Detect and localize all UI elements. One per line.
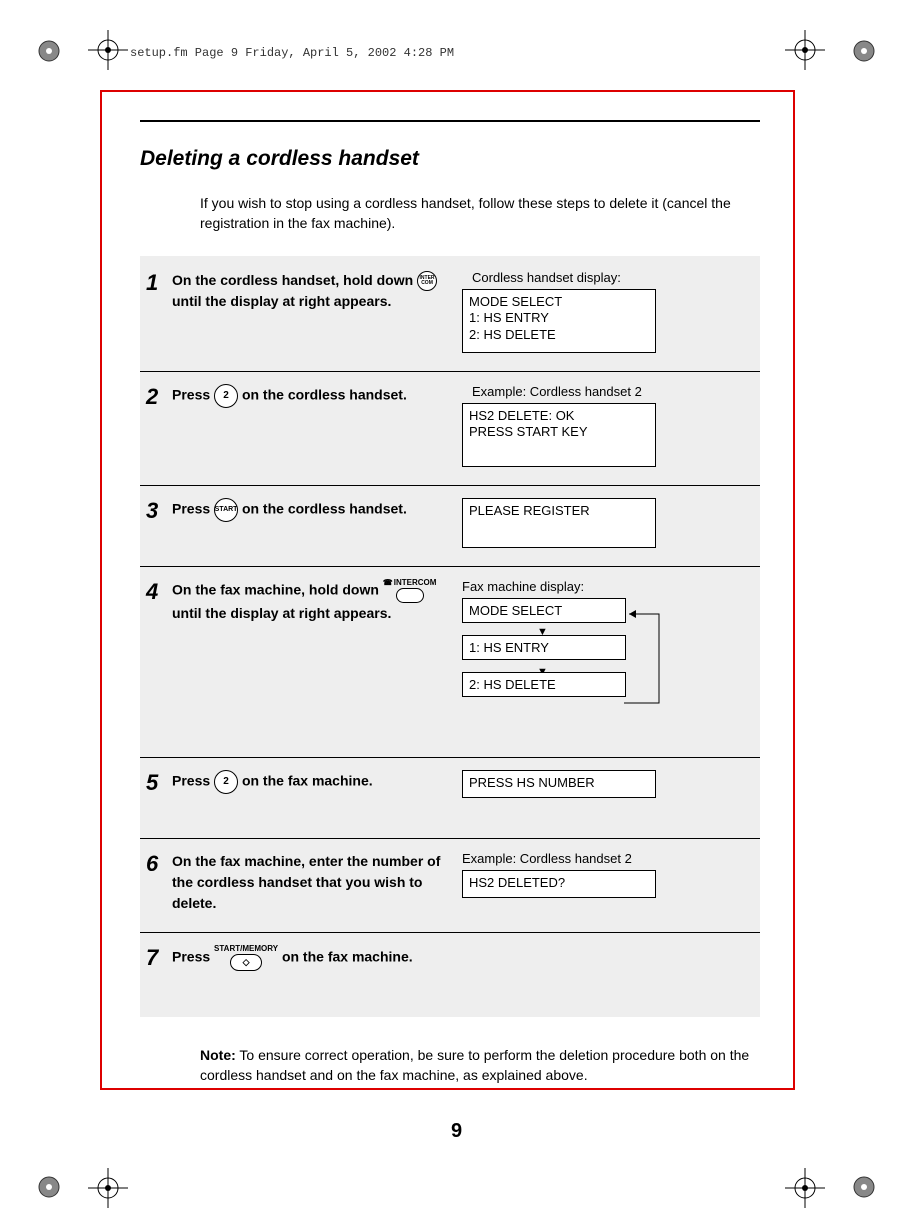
step-number: 1	[146, 270, 172, 353]
steps-container: 1 On the cordless handset, hold down INT…	[140, 256, 760, 1017]
fax-display: PRESS HS NUMBER	[462, 770, 656, 798]
note-text: To ensure correct operation, be sure to …	[200, 1047, 749, 1083]
crop-mark-icon	[88, 1168, 128, 1208]
step-text-a: Press	[172, 772, 214, 788]
fax-display-stack: MODE SELECT ▼ 1: HS ENTRY ▼ 2: HS DELETE	[462, 598, 672, 697]
step-text-b: until the display at right appears.	[172, 293, 391, 309]
step-instruction: Press 2 on the cordless handset.	[172, 384, 462, 467]
display-caption: Example: Cordless handset 2	[462, 384, 692, 399]
intro-paragraph: If you wish to stop using a cordless han…	[200, 193, 760, 234]
step-text-a: On the fax machine, hold down	[172, 581, 383, 597]
step-instruction: On the fax machine, hold down INTERCOM u…	[172, 579, 462, 739]
display-caption: Fax machine display:	[462, 579, 692, 594]
button-label: START/MEMORY	[214, 945, 278, 953]
intercom-button-icon: INTERCOM	[417, 271, 437, 291]
crop-mark-icon	[785, 30, 825, 70]
step-text-a: Press	[172, 386, 214, 402]
step-number: 3	[146, 498, 172, 548]
step-number: 2	[146, 384, 172, 467]
handset-display: PLEASE REGISTER	[462, 498, 656, 548]
page-number: 9	[0, 1120, 913, 1143]
start-button-icon: START	[214, 498, 238, 522]
step-instruction: Press START on the cordless handset.	[172, 498, 462, 548]
display-caption: Cordless handset display:	[462, 270, 692, 285]
step-instruction: Press 2 on the fax machine.	[172, 770, 462, 820]
crop-disc-icon	[853, 1176, 875, 1198]
step-number: 4	[146, 579, 172, 739]
start-memory-button-icon: START/MEMORY	[214, 945, 278, 971]
step-instruction: On the cordless handset, hold down INTER…	[172, 270, 462, 353]
fax-display: HS2 DELETED?	[462, 870, 656, 898]
crop-disc-icon	[38, 40, 60, 62]
step-instruction: On the fax machine, enter the number of …	[172, 851, 462, 914]
crop-disc-icon	[853, 40, 875, 62]
step-text-b: on the fax machine.	[282, 948, 413, 964]
note-label: Note:	[200, 1047, 236, 1063]
intercom-fax-button-icon: INTERCOM	[383, 579, 437, 603]
step-instruction: Press START/MEMORY on the fax machine.	[172, 945, 462, 995]
top-rule	[140, 120, 760, 122]
section-title: Deleting a cordless handset	[140, 147, 760, 171]
display-caption: Example: Cordless handset 2	[462, 851, 692, 866]
crop-disc-icon	[38, 1176, 60, 1198]
step-number: 6	[146, 851, 172, 914]
fax-display: 2: HS DELETE	[462, 672, 626, 697]
button-label: INTERCOM	[383, 579, 437, 587]
step-text-a: Press	[172, 948, 214, 964]
keypad-2-icon: 2	[214, 384, 238, 408]
step-text-b: on the cordless handset.	[242, 500, 407, 516]
step-number: 5	[146, 770, 172, 820]
crop-mark-icon	[785, 1168, 825, 1208]
fax-display: 1: HS ENTRY	[462, 635, 626, 660]
handset-display: MODE SELECT 1: HS ENTRY 2: HS DELETE	[462, 289, 656, 353]
fax-display: MODE SELECT	[462, 598, 626, 623]
step-text-b: on the cordless handset.	[242, 386, 407, 402]
loop-arrow-icon	[624, 606, 674, 711]
step-text-b: on the fax machine.	[242, 772, 373, 788]
handset-display: HS2 DELETE: OK PRESS START KEY	[462, 403, 656, 467]
step-text-a: Press	[172, 500, 214, 516]
framemaker-header: setup.fm Page 9 Friday, April 5, 2002 4:…	[130, 46, 454, 60]
step-text-b: until the display at right appears.	[172, 605, 391, 621]
step-number: 7	[146, 945, 172, 995]
keypad-2-icon: 2	[214, 770, 238, 794]
crop-mark-icon	[88, 30, 128, 70]
note-paragraph: Note: To ensure correct operation, be su…	[200, 1045, 760, 1086]
step-text-a: On the cordless handset, hold down	[172, 272, 417, 288]
